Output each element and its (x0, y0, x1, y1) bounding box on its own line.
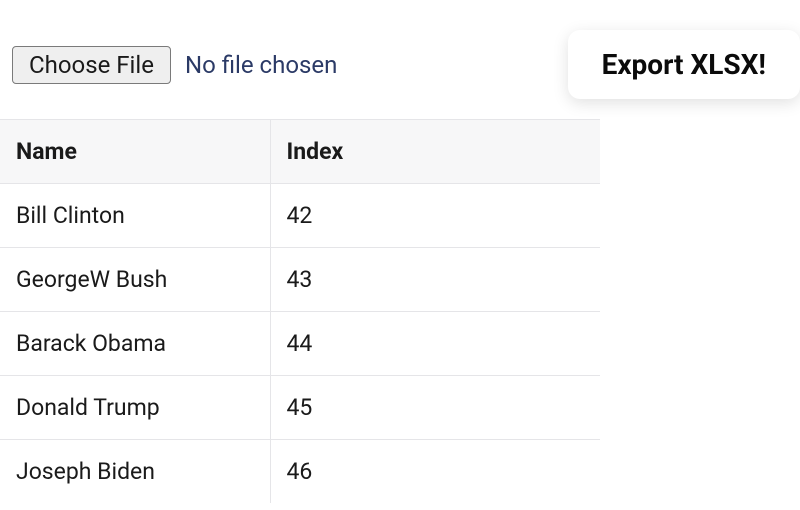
export-xlsx-button[interactable]: Export XLSX! (568, 30, 800, 99)
table-header-name: Name (0, 120, 270, 184)
file-input-group: Choose File No file chosen (12, 46, 337, 84)
table-row: Barack Obama 44 (0, 312, 600, 376)
table-cell-index: 44 (270, 312, 600, 376)
table-row: Bill Clinton 42 (0, 184, 600, 248)
table-header-index: Index (270, 120, 600, 184)
table-row: GeorgeW Bush 43 (0, 248, 600, 312)
table-row: Joseph Biden 46 (0, 440, 600, 504)
table-cell-index: 43 (270, 248, 600, 312)
table-cell-name: Joseph Biden (0, 440, 270, 504)
choose-file-button[interactable]: Choose File (12, 46, 171, 84)
table-cell-name: Barack Obama (0, 312, 270, 376)
table-cell-index: 42 (270, 184, 600, 248)
data-table: Name Index Bill Clinton 42 GeorgeW Bush … (0, 119, 600, 503)
table-row: Donald Trump 45 (0, 376, 600, 440)
table-cell-name: Bill Clinton (0, 184, 270, 248)
table-cell-name: GeorgeW Bush (0, 248, 270, 312)
file-input-status: No file chosen (185, 51, 337, 79)
table-cell-name: Donald Trump (0, 376, 270, 440)
toolbar: Choose File No file chosen Export XLSX! (0, 0, 800, 119)
table-cell-index: 46 (270, 440, 600, 504)
table-header-row: Name Index (0, 120, 600, 184)
table-cell-index: 45 (270, 376, 600, 440)
